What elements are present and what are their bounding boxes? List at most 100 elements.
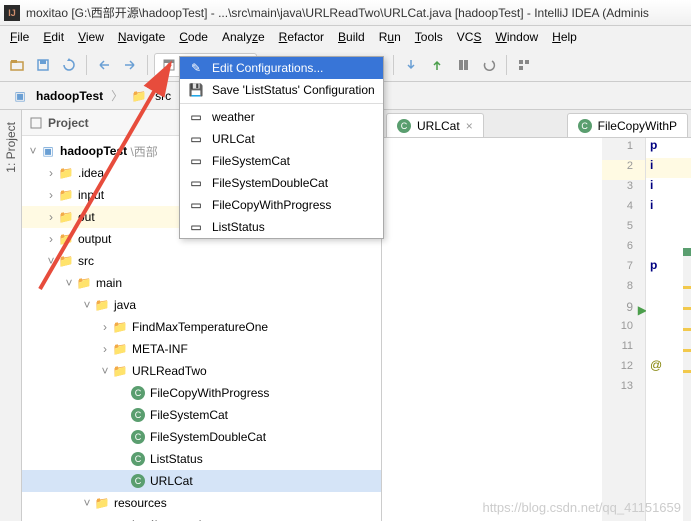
tree-node-pkg3[interactable]: ˅📁URLReadTwo xyxy=(22,360,381,382)
open-icon[interactable] xyxy=(6,54,28,76)
undo-icon[interactable] xyxy=(93,54,115,76)
application-icon: ▭ xyxy=(188,154,204,168)
vcs-revert-icon[interactable] xyxy=(478,54,500,76)
folder-icon: 📁 xyxy=(58,209,74,225)
package-icon: 📁 xyxy=(112,341,128,357)
dd-config-item[interactable]: ▭weather xyxy=(180,106,383,128)
dd-config-item[interactable]: ▭ListStatus xyxy=(180,216,383,238)
menu-code[interactable]: Code xyxy=(173,28,214,46)
dd-config-item[interactable]: ▭FileCopyWithProgress xyxy=(180,194,383,216)
line-number: 13 xyxy=(602,380,645,400)
tree-class-c4[interactable]: CListStatus xyxy=(22,448,381,470)
menu-tools[interactable]: Tools xyxy=(409,28,449,46)
tree-node-pkg1[interactable]: ›📁FindMaxTemperatureOne xyxy=(22,316,381,338)
class-icon: C xyxy=(397,119,411,133)
titlebar: IJ moxitao [G:\西部开源\hadoopTest] - ...\sr… xyxy=(0,0,691,26)
package-icon: 📁 xyxy=(112,319,128,335)
menu-vcs[interactable]: VCS xyxy=(451,28,488,46)
module-icon: ▣ xyxy=(40,143,56,159)
menu-refactor[interactable]: Refactor xyxy=(273,28,330,46)
run-config-dropdown: ✎ Edit Configurations... 💾 Save 'ListSta… xyxy=(179,56,384,239)
left-tool-strip: 1: Project xyxy=(0,110,22,521)
editor-tabs: C URLCat × C FileCopyWithP xyxy=(382,110,691,138)
editor-tab-right[interactable]: C FileCopyWithP xyxy=(567,113,688,137)
folder-icon: 📁 xyxy=(58,231,74,247)
line-number: 3 xyxy=(602,180,645,200)
vcs-commit-icon[interactable] xyxy=(426,54,448,76)
tree-class-c1[interactable]: CFileCopyWithProgress xyxy=(22,382,381,404)
resources-folder-icon: 📁 xyxy=(94,495,110,511)
folder-icon: 📁 xyxy=(58,253,74,269)
tree-node-pkg2[interactable]: ›📁META-INF xyxy=(22,338,381,360)
application-icon: ▭ xyxy=(188,132,204,146)
menu-help[interactable]: Help xyxy=(546,28,583,46)
tree-class-c5[interactable]: CURLCat xyxy=(22,470,381,492)
line-number: 7 xyxy=(602,260,645,280)
class-icon: C xyxy=(131,452,145,466)
menu-navigate[interactable]: Navigate xyxy=(112,28,171,46)
editor-tab-label: FileCopyWithP xyxy=(598,119,677,133)
line-number: 1 xyxy=(602,140,645,160)
application-icon: ▭ xyxy=(188,220,204,234)
editor-marker-strip[interactable] xyxy=(683,248,691,521)
dd-separator xyxy=(180,103,383,104)
folder-icon: 📁 xyxy=(131,88,147,104)
dd-config-item[interactable]: ▭URLCat xyxy=(180,128,383,150)
dd-save-configuration[interactable]: 💾 Save 'ListStatus' Configuration xyxy=(180,79,383,101)
properties-icon: ≡ xyxy=(112,517,128,521)
menu-analyze[interactable]: Analyze xyxy=(216,28,271,46)
redo-icon[interactable] xyxy=(119,54,141,76)
class-icon: C xyxy=(131,430,145,444)
save-icon[interactable] xyxy=(32,54,54,76)
tree-node-java[interactable]: ˅📁java xyxy=(22,294,381,316)
line-number: 6 xyxy=(602,240,645,260)
menu-view[interactable]: View xyxy=(72,28,110,46)
line-number: 9▶ xyxy=(602,300,645,320)
close-icon[interactable]: × xyxy=(466,119,473,133)
watermark: https://blog.csdn.net/qq_41151659 xyxy=(482,500,681,515)
application-icon: ▭ xyxy=(188,198,204,212)
project-view-icon xyxy=(30,117,42,129)
menu-build[interactable]: Build xyxy=(332,28,371,46)
application-icon xyxy=(163,59,175,71)
dd-config-item[interactable]: ▭FileSystemDoubleCat xyxy=(180,172,383,194)
menu-edit[interactable]: Edit xyxy=(37,28,70,46)
tree-node-resources[interactable]: ˅📁resources xyxy=(22,492,381,514)
line-number: 8 xyxy=(602,280,645,300)
line-number: 11 xyxy=(602,340,645,360)
tree-node-main[interactable]: ˅📁main xyxy=(22,272,381,294)
line-number: 4 xyxy=(602,200,645,220)
crumb-sep-icon: 〉 xyxy=(111,87,123,104)
tree-node-src[interactable]: ˅📁src xyxy=(22,250,381,272)
refresh-icon[interactable] xyxy=(58,54,80,76)
folder-icon: 📁 xyxy=(58,187,74,203)
class-icon: C xyxy=(131,408,145,422)
edit-icon: ✎ xyxy=(188,61,204,75)
crumb-src[interactable]: 📁 src xyxy=(125,86,177,106)
line-number: 12 xyxy=(602,360,645,380)
tree-class-c3[interactable]: CFileSystemDoubleCat xyxy=(22,426,381,448)
menu-file[interactable]: File xyxy=(4,28,35,46)
vcs-update-icon[interactable] xyxy=(400,54,422,76)
dd-config-item[interactable]: ▭FileSystemCat xyxy=(180,150,383,172)
module-icon: ▣ xyxy=(12,88,28,104)
tree-file-log4j[interactable]: ≡log4j.properties xyxy=(22,514,381,521)
application-icon: ▭ xyxy=(188,176,204,190)
tree-class-c2[interactable]: CFileSystemCat xyxy=(22,404,381,426)
structure-icon[interactable] xyxy=(513,54,535,76)
editor-gutter[interactable]: 1 2 3 4 5 6 7 8 9▶ 10 11 12 13 xyxy=(602,138,646,521)
editor-tab-urlcat[interactable]: C URLCat × xyxy=(386,113,484,137)
line-number: 10 xyxy=(602,320,645,340)
project-tool-tab[interactable]: 1: Project xyxy=(2,114,20,181)
menu-window[interactable]: Window xyxy=(489,28,544,46)
crumb-project-label: hadoopTest xyxy=(36,89,103,103)
menu-run[interactable]: Run xyxy=(373,28,407,46)
dd-edit-configurations[interactable]: ✎ Edit Configurations... xyxy=(180,57,383,79)
line-number: 2 xyxy=(602,160,645,180)
editor-tab-label: URLCat xyxy=(417,119,460,133)
class-icon: C xyxy=(578,119,592,133)
application-icon: ▭ xyxy=(188,110,204,124)
vcs-history-icon[interactable] xyxy=(452,54,474,76)
crumb-src-label: src xyxy=(155,89,171,103)
crumb-project[interactable]: ▣ hadoopTest xyxy=(6,86,109,106)
